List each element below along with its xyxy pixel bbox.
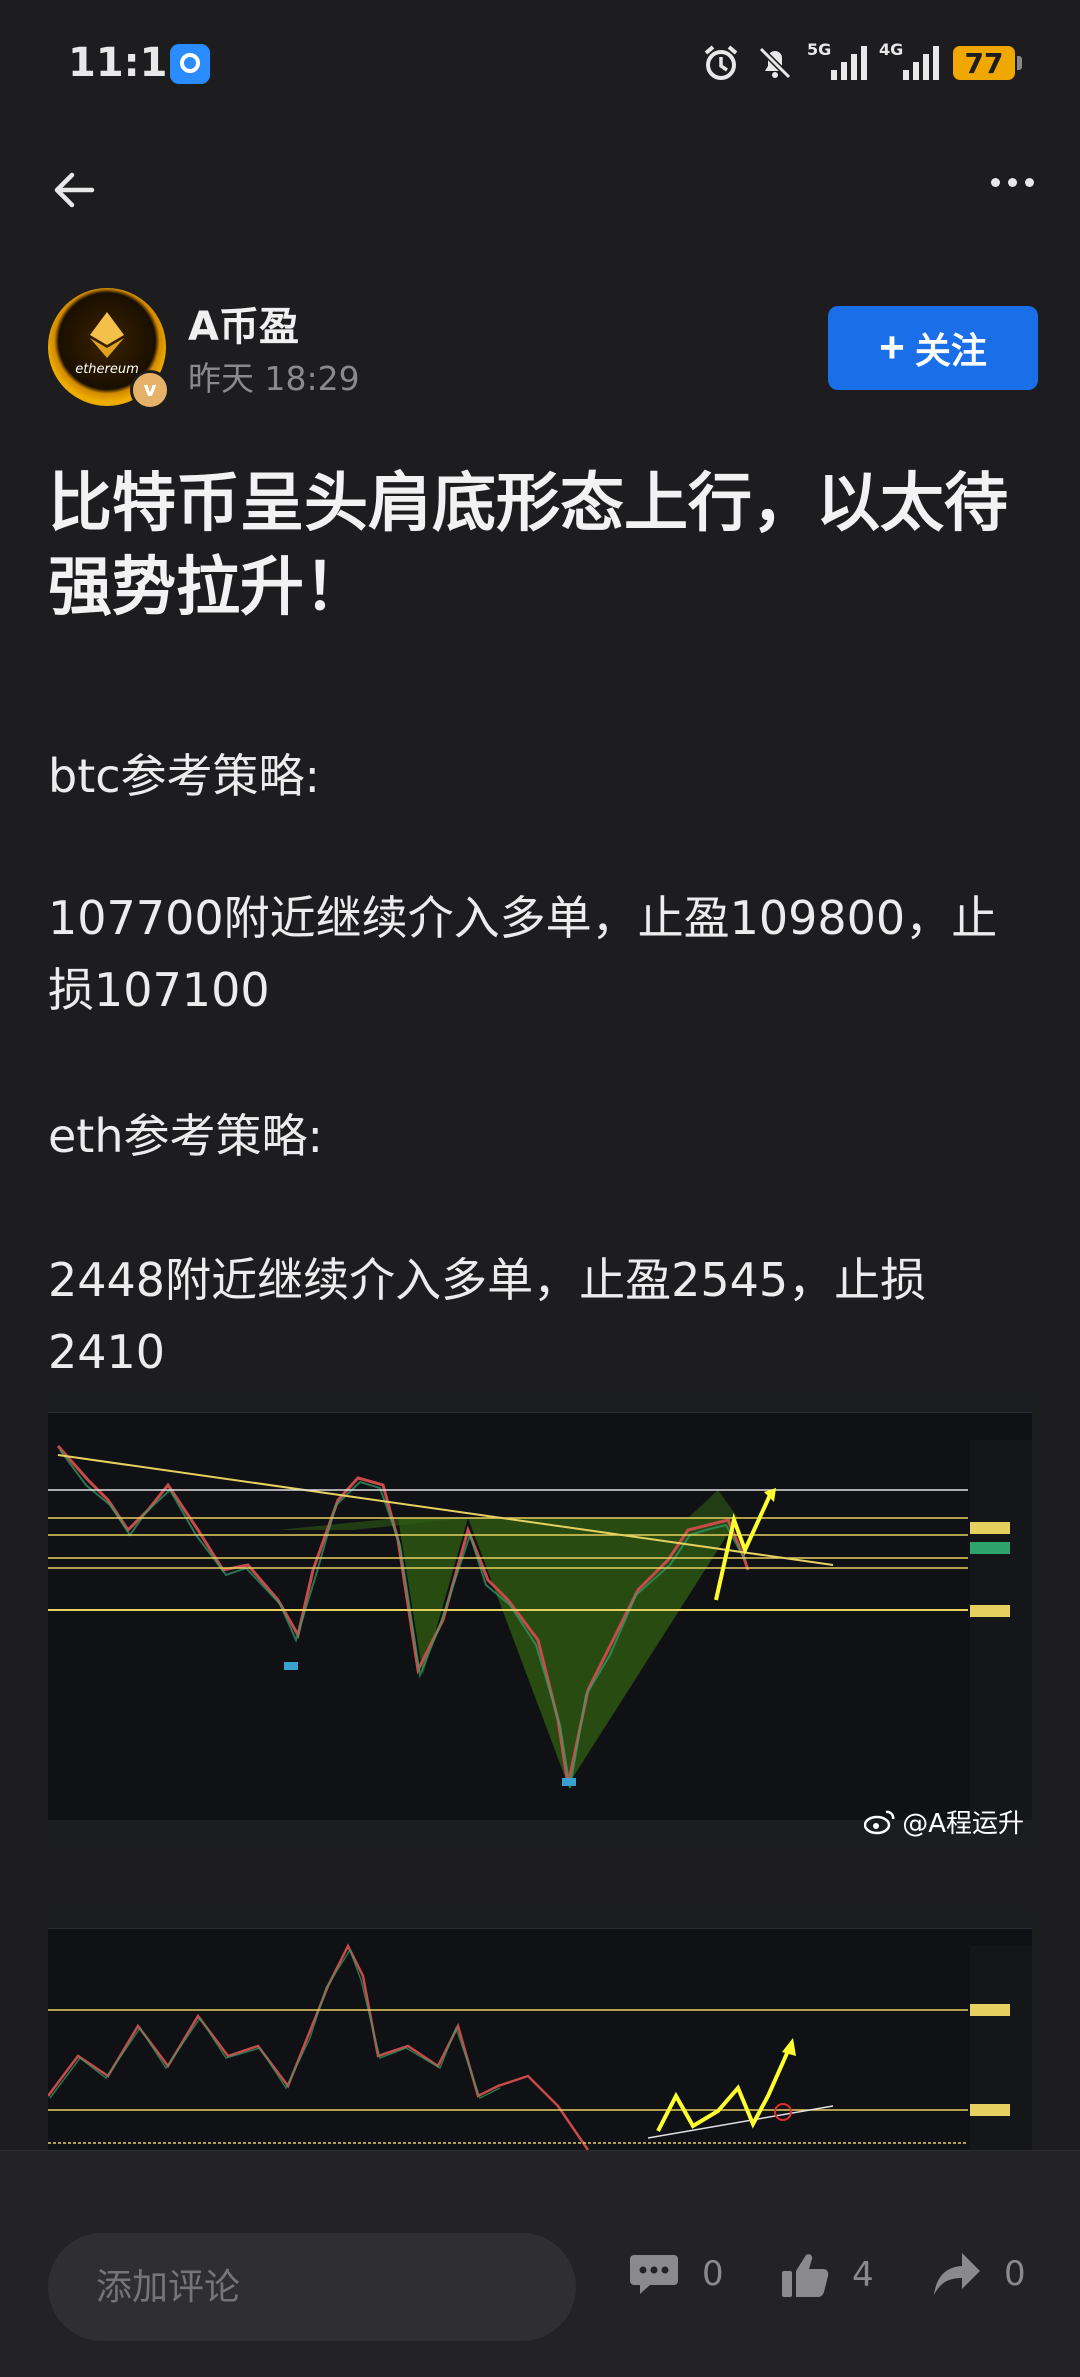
- author-name[interactable]: A币盈: [188, 294, 299, 352]
- paragraph-eth-strategy: 2448附近继续介入多单，止盈2545，止损2410: [48, 1253, 927, 1379]
- paragraph-btc-heading: btc参考策略:: [48, 749, 321, 803]
- bottom-action-bar: 0 4 0: [0, 2150, 1080, 2377]
- status-bar: 11:11 5G 4G 77: [0, 0, 1080, 130]
- signal-5g-icon: 5G: [807, 40, 867, 80]
- eth-chart-drawing: [48, 1943, 1032, 2150]
- back-arrow-icon[interactable]: [46, 162, 102, 218]
- ethereum-logo-icon: [90, 312, 124, 358]
- author-row: ethereum v A币盈 昨天 18:29 + 关注: [48, 288, 1038, 410]
- status-icons: 5G 4G 77: [701, 38, 1022, 88]
- follow-button[interactable]: + 关注: [828, 306, 1038, 390]
- post-time: 昨天 18:29: [188, 359, 360, 398]
- signal-4g-icon: 4G: [879, 40, 939, 80]
- mute-icon: [758, 46, 792, 80]
- share-count: 0: [1004, 2254, 1026, 2294]
- btc-chart-drawing: [48, 1440, 1032, 1850]
- alarm-icon: [704, 45, 738, 80]
- comment-count: 0: [702, 2254, 724, 2294]
- paragraph-eth-heading: eth参考策略:: [48, 1109, 323, 1163]
- plus-icon: +: [879, 323, 905, 372]
- app-notification-icon: [170, 44, 210, 84]
- paragraph-btc-strategy: 107700附近继续介入多单，止盈109800，止损107100: [48, 891, 998, 1017]
- share-icon: [934, 2253, 980, 2295]
- thumbs-up-icon: [782, 2254, 829, 2297]
- comment-button[interactable]: 0: [628, 2251, 724, 2297]
- top-nav: [0, 150, 1080, 230]
- share-button[interactable]: 0: [932, 2251, 1026, 2297]
- weibo-icon: [864, 1810, 895, 1834]
- eth-chart-image[interactable]: [48, 1906, 1032, 2150]
- comment-icon: [630, 2255, 678, 2294]
- like-button[interactable]: 4: [780, 2251, 874, 2299]
- battery-icon: 77: [953, 46, 1022, 80]
- verified-badge-icon: v: [130, 370, 170, 410]
- btc-chart-image[interactable]: @A程运升: [48, 1390, 1032, 1850]
- article-title: 比特币呈头肩底形态上行，以太待强势拉升！: [48, 467, 1008, 625]
- weibo-watermark: @A程运升: [864, 1803, 1024, 1840]
- like-count: 4: [852, 2255, 874, 2295]
- comment-input[interactable]: [48, 2233, 576, 2341]
- more-options-icon[interactable]: [991, 178, 1034, 187]
